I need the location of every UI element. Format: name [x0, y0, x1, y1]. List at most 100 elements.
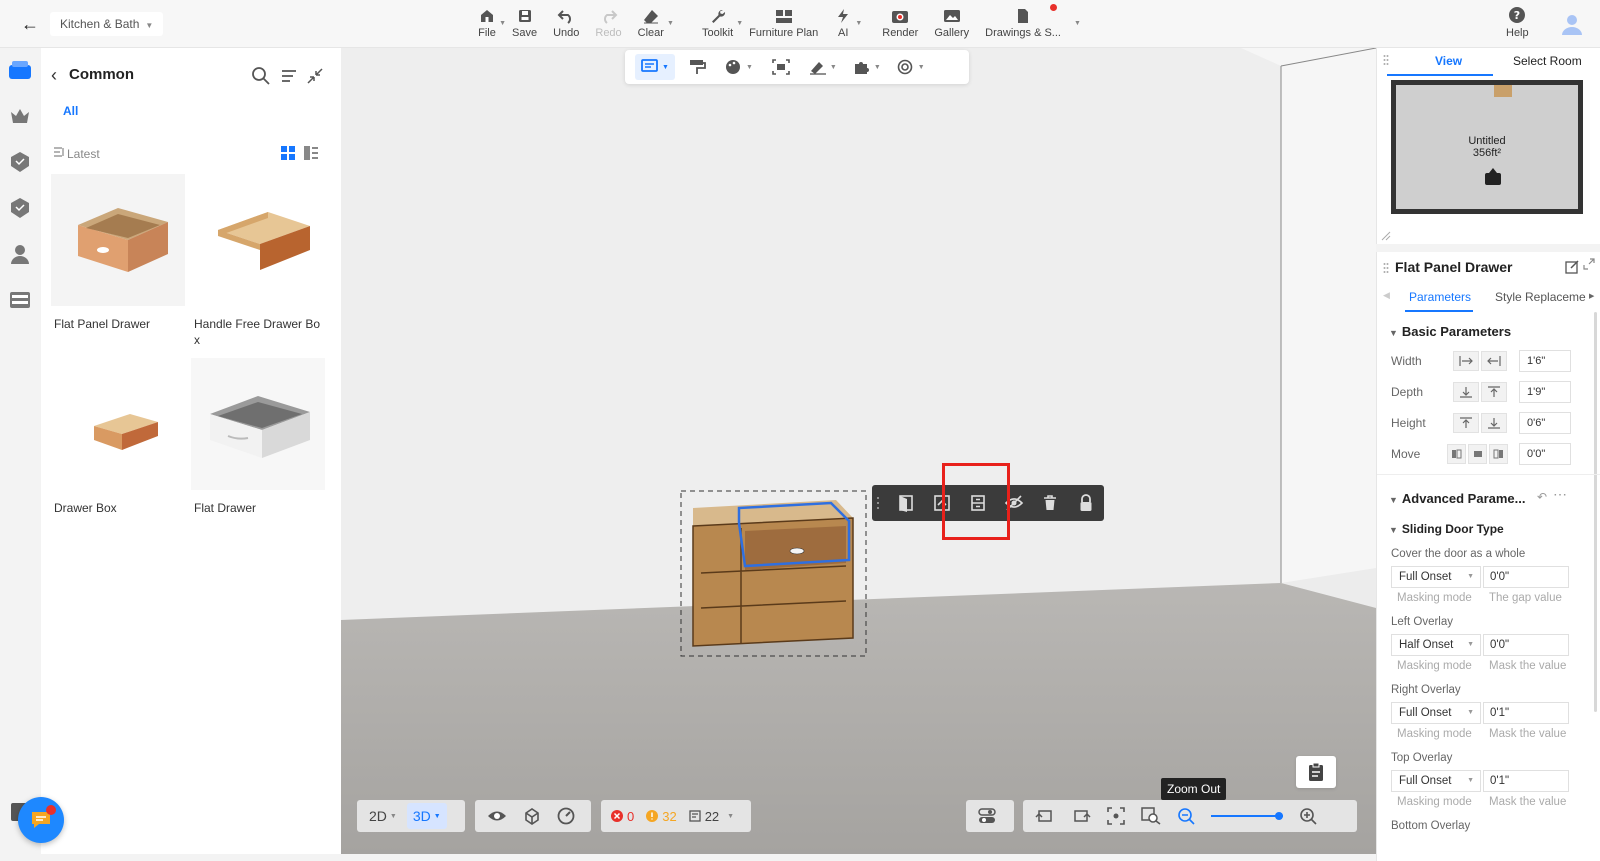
rail-catalog-button[interactable] [8, 58, 32, 82]
chevron-left-icon[interactable]: ◀ [1383, 290, 1390, 301]
furniture-plan-button[interactable]: Furniture Plan [741, 4, 826, 44]
catalog-item-drawer-box[interactable]: Drawer Box [51, 358, 185, 516]
catalog-item-flat-panel-drawer[interactable]: Flat Panel Drawer [51, 174, 185, 332]
move-left-button[interactable] [1447, 444, 1466, 464]
warning-count[interactable]: 32 [642, 803, 680, 829]
expand-icon[interactable] [1583, 258, 1595, 270]
item-count[interactable]: 22 [685, 803, 723, 829]
top-overlay-input[interactable]: 0'1" [1483, 770, 1569, 792]
render-button[interactable]: Render [874, 4, 926, 44]
grid-view-icon[interactable] [281, 146, 295, 160]
chat-button[interactable] [18, 797, 64, 843]
check-status-bar[interactable]: 0 32 22 ▼ [601, 800, 751, 832]
left-overlay-select[interactable]: Half Onset ▼ [1391, 634, 1481, 656]
rail-shield-button[interactable] [8, 196, 32, 220]
align-bottom-button[interactable] [1481, 413, 1507, 433]
height-input[interactable]: 0'6" [1519, 412, 1571, 434]
measure-tool[interactable]: ▼ [803, 54, 843, 80]
toolkit-button[interactable]: Toolkit ▼ [694, 4, 743, 44]
cube-view-button[interactable] [517, 803, 547, 829]
search-icon[interactable] [251, 66, 271, 86]
zoom-select-button[interactable] [1135, 803, 1167, 829]
select-area-tool[interactable] [763, 54, 799, 80]
rail-crown-button[interactable] [8, 104, 32, 128]
align-front-button[interactable] [1453, 382, 1479, 402]
zoom-slider[interactable] [1211, 812, 1284, 820]
move-right-button[interactable] [1489, 444, 1508, 464]
floor-plan-minimap[interactable]: Untitled 356ft² [1391, 80, 1583, 214]
door-panel-button[interactable] [888, 485, 924, 521]
collapse-icon[interactable] [305, 66, 325, 86]
basic-parameters-section[interactable]: ▼ Basic Parameters [1389, 324, 1511, 339]
back-button[interactable]: ← [18, 12, 42, 36]
resize-handle-icon[interactable] [1381, 230, 1391, 244]
delete-button[interactable] [1032, 485, 1068, 521]
align-back-button[interactable] [1481, 382, 1507, 402]
drawings-button[interactable]: Drawings & S... ▼ [977, 4, 1081, 44]
toggle-settings-button[interactable] [972, 803, 1002, 829]
mode-2d-button[interactable]: 2D ▼ [363, 803, 403, 829]
chevron-down-icon[interactable]: ▼ [727, 813, 734, 820]
chevron-right-icon[interactable]: ▶ [1589, 292, 1594, 300]
annotation-tool[interactable]: ▼ [635, 54, 675, 80]
align-right-button[interactable] [1481, 351, 1507, 371]
rail-user-button[interactable] [8, 242, 32, 266]
more-icon[interactable]: ⋯ [1553, 486, 1567, 503]
clipboard-button[interactable] [1296, 756, 1336, 788]
drag-handle-icon[interactable] [1383, 262, 1389, 277]
file-button[interactable]: File ▼ [470, 4, 506, 44]
gallery-button[interactable]: Gallery [926, 4, 977, 44]
tab-style-replacement[interactable]: Style Replaceme [1495, 290, 1586, 304]
sort-selector[interactable]: Latest [53, 146, 100, 161]
user-avatar[interactable] [1560, 12, 1584, 36]
scrollbar[interactable] [1594, 312, 1597, 712]
cover-gap-input[interactable]: 0'0" [1483, 566, 1569, 588]
ai-button[interactable]: AI ▼ [826, 4, 862, 44]
mode-3d-button[interactable]: 3D ▼ [406, 803, 447, 829]
redo-button[interactable]: Redo [587, 4, 629, 44]
error-count[interactable]: 0 [607, 803, 638, 829]
right-overlay-select[interactable]: Full Onset ▼ [1391, 702, 1481, 724]
move-input[interactable]: 0'0" [1519, 443, 1571, 465]
edit-icon[interactable] [1565, 260, 1579, 274]
tab-parameters[interactable]: Parameters [1409, 290, 1471, 304]
catalog-item-flat-drawer[interactable]: Flat Drawer [191, 358, 325, 516]
undo-button[interactable]: Undo [545, 4, 587, 44]
width-input[interactable]: 1'6" [1519, 350, 1571, 372]
zoom-slider-knob[interactable] [1275, 812, 1284, 820]
speed-button[interactable] [551, 803, 581, 829]
material-tool[interactable]: ▼ [719, 54, 759, 80]
lock-button[interactable] [1068, 485, 1104, 521]
reset-icon[interactable]: ↶ [1537, 490, 1547, 504]
top-overlay-select[interactable]: Full Onset ▼ [1391, 770, 1481, 792]
tab-view[interactable]: View [1435, 54, 1462, 68]
catalog-item-handle-free-drawer-box[interactable]: Handle Free Drawer Box [191, 174, 325, 348]
sliding-door-section[interactable]: ▼ Sliding Door Type [1389, 522, 1504, 536]
drag-handle-icon[interactable] [1383, 54, 1389, 69]
tab-select-room[interactable]: Select Room [1513, 54, 1582, 68]
left-overlay-input[interactable]: 0'0" [1483, 634, 1569, 656]
chevron-left-icon[interactable]: ‹ [51, 64, 57, 86]
paint-tool[interactable] [679, 54, 715, 80]
zoom-out-button[interactable] [1171, 803, 1201, 829]
filter-icon[interactable] [279, 66, 299, 86]
list-view-icon[interactable] [304, 146, 318, 160]
align-left-button[interactable] [1453, 351, 1479, 371]
rail-badge-button[interactable] [8, 150, 32, 174]
rail-cabinet-button[interactable] [8, 288, 32, 312]
visibility-button[interactable] [481, 803, 513, 829]
zoom-in-button[interactable] [1293, 803, 1323, 829]
camera-prev-button[interactable] [1029, 803, 1061, 829]
replace-button[interactable] [924, 485, 960, 521]
hide-button[interactable] [996, 485, 1032, 521]
plugin-tool[interactable]: ▼ [847, 54, 887, 80]
move-center-button[interactable] [1468, 444, 1487, 464]
advanced-parameters-section[interactable]: ▼ Advanced Parame... [1389, 491, 1525, 506]
drawer-split-button[interactable] [960, 485, 996, 521]
camera-next-button[interactable] [1065, 803, 1097, 829]
cover-mode-select[interactable]: Full Onset ▼ [1391, 566, 1481, 588]
target-tool[interactable]: ▼ [891, 54, 931, 80]
project-selector[interactable]: Kitchen & Bath ▼ [50, 12, 164, 36]
3d-viewport[interactable]: ▼ ▼ ▼ ▼ ▼ 2D ▼ 3D ▼ 0 32 22 ▼ Zoom Out [341, 48, 1376, 854]
fit-view-button[interactable] [1101, 803, 1131, 829]
